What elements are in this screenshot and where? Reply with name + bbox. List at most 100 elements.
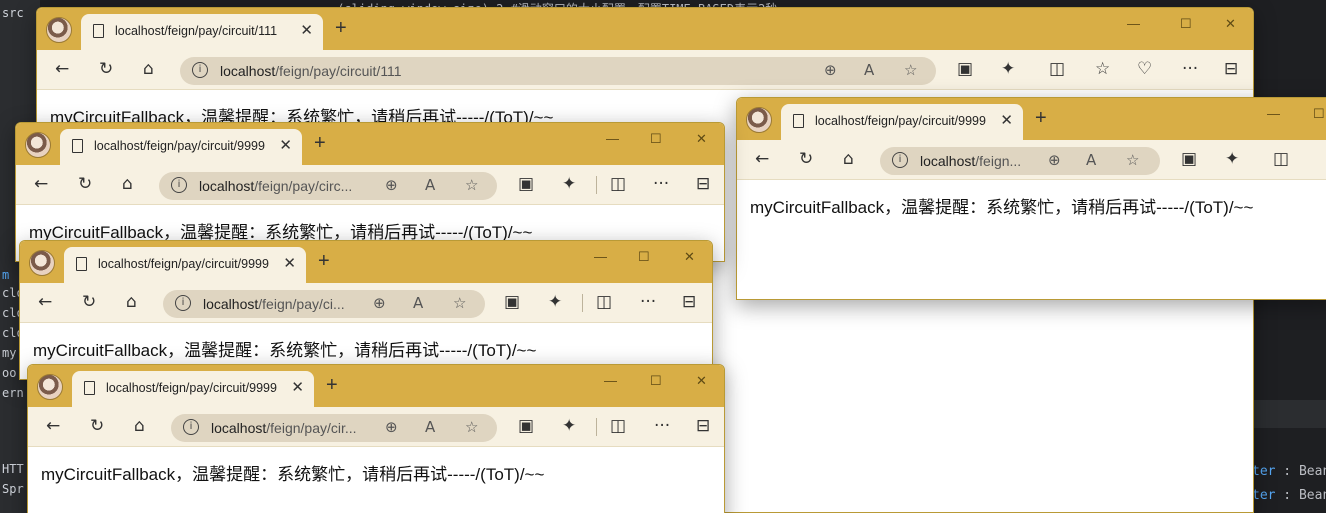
favorite-icon[interactable]: ☆: [465, 418, 478, 436]
zoom-icon[interactable]: ⊕: [385, 176, 398, 194]
refresh-button[interactable]: ↻: [82, 292, 96, 312]
tree-item[interactable]: m: [2, 268, 9, 282]
more-menu-button[interactable]: ···: [640, 292, 656, 312]
title-bar[interactable]: localhost/feign/pay/circuit/9999 ✕ + — ☐: [737, 98, 1326, 140]
maximize-button[interactable]: ☐: [1313, 106, 1325, 122]
home-button[interactable]: ⌂: [843, 149, 854, 169]
favorite-icon[interactable]: ☆: [465, 176, 478, 194]
address-bar[interactable]: i localhost/feign/pay/circ... ⊕ A ☆: [159, 172, 497, 200]
refresh-button[interactable]: ↻: [99, 59, 113, 79]
profile-avatar-icon[interactable]: [37, 374, 63, 400]
address-url[interactable]: localhost/feign/pay/circ...: [199, 178, 352, 194]
sidebar-toggle-icon[interactable]: ⊟: [696, 416, 710, 436]
extension-icon[interactable]: ▣: [518, 416, 534, 436]
address-bar[interactable]: i localhost/feign/pay/circuit/111 ⊕ A ☆: [180, 57, 936, 85]
browser-tab[interactable]: localhost/feign/pay/circuit/9999 ✕: [60, 129, 302, 165]
new-tab-button[interactable]: +: [314, 132, 326, 155]
minimize-button[interactable]: —: [594, 249, 607, 264]
zoom-icon[interactable]: ⊕: [373, 294, 386, 312]
split-screen-icon[interactable]: ◫: [596, 292, 612, 312]
extensions-puzzle-icon[interactable]: ✦: [562, 174, 576, 194]
zoom-icon[interactable]: ⊕: [824, 61, 837, 79]
split-screen-icon[interactable]: ◫: [1049, 59, 1065, 79]
read-aloud-icon[interactable]: A: [1086, 151, 1096, 169]
browser-essentials-icon[interactable]: ♡: [1137, 59, 1152, 79]
title-bar[interactable]: localhost/feign/pay/circuit/111 ✕ + — ☐ …: [37, 8, 1253, 50]
minimize-button[interactable]: —: [604, 373, 617, 388]
close-window-button[interactable]: ✕: [696, 373, 707, 389]
back-button[interactable]: ←: [38, 292, 52, 312]
title-bar[interactable]: localhost/feign/pay/circuit/9999 ✕ + — ☐…: [28, 365, 724, 407]
favorite-icon[interactable]: ☆: [453, 294, 466, 312]
favorite-icon[interactable]: ☆: [1126, 151, 1139, 169]
home-button[interactable]: ⌂: [122, 174, 133, 194]
extension-icon[interactable]: ▣: [1181, 149, 1197, 169]
tab-close-icon[interactable]: ✕: [1000, 111, 1013, 129]
browser-tab[interactable]: localhost/feign/pay/circuit/111 ✕: [81, 14, 323, 50]
favorites-icon[interactable]: ☆: [1095, 59, 1110, 79]
extension-icon[interactable]: ▣: [504, 292, 520, 312]
back-button[interactable]: ←: [755, 149, 769, 169]
site-info-icon[interactable]: i: [192, 62, 208, 78]
split-screen-icon[interactable]: ◫: [610, 416, 626, 436]
close-window-button[interactable]: ✕: [696, 131, 707, 147]
browser-tab[interactable]: localhost/feign/pay/circuit/9999 ✕: [72, 371, 314, 407]
more-menu-button[interactable]: ···: [654, 416, 670, 436]
browser-window-3[interactable]: localhost/feign/pay/circuit/9999 ✕ + — ☐…: [19, 240, 713, 380]
minimize-button[interactable]: —: [606, 131, 619, 146]
address-url[interactable]: localhost/feign/pay/cir...: [211, 420, 357, 436]
minimize-button[interactable]: —: [1267, 106, 1280, 121]
tab-close-icon[interactable]: ✕: [291, 378, 304, 396]
close-window-button[interactable]: ✕: [1225, 16, 1236, 32]
maximize-button[interactable]: ☐: [650, 131, 662, 147]
home-button[interactable]: ⌂: [143, 59, 154, 79]
extension-icon[interactable]: ▣: [957, 59, 973, 79]
refresh-button[interactable]: ↻: [90, 416, 104, 436]
extension-icon[interactable]: ▣: [518, 174, 534, 194]
split-screen-icon[interactable]: ◫: [610, 174, 626, 194]
extensions-puzzle-icon[interactable]: ✦: [1001, 59, 1015, 79]
read-aloud-icon[interactable]: A: [425, 176, 435, 194]
browser-window-4[interactable]: localhost/feign/pay/circuit/9999 ✕ + — ☐…: [27, 364, 725, 513]
back-button[interactable]: ←: [55, 59, 69, 79]
address-bar[interactable]: i localhost/feign... ⊕ A ☆: [880, 147, 1160, 175]
tree-item[interactable]: Spr: [2, 482, 24, 496]
maximize-button[interactable]: ☐: [638, 249, 650, 265]
extensions-puzzle-icon[interactable]: ✦: [1225, 149, 1239, 169]
sidebar-toggle-icon[interactable]: ⊟: [1224, 59, 1238, 79]
site-info-icon[interactable]: i: [892, 152, 908, 168]
back-button[interactable]: ←: [46, 416, 60, 436]
tree-item[interactable]: oo: [2, 366, 16, 380]
title-bar[interactable]: localhost/feign/pay/circuit/9999 ✕ + — ☐…: [16, 123, 724, 165]
refresh-button[interactable]: ↻: [799, 149, 813, 169]
home-button[interactable]: ⌂: [126, 292, 137, 312]
read-aloud-icon[interactable]: A: [425, 418, 435, 436]
address-url[interactable]: localhost/feign/pay/ci...: [203, 296, 345, 312]
browser-window-5[interactable]: localhost/feign/pay/circuit/9999 ✕ + — ☐…: [736, 97, 1326, 300]
tree-item[interactable]: src: [2, 6, 24, 20]
browser-tab[interactable]: localhost/feign/pay/circuit/9999 ✕: [64, 247, 306, 283]
new-tab-button[interactable]: +: [335, 17, 347, 40]
title-bar[interactable]: localhost/feign/pay/circuit/9999 ✕ + — ☐…: [20, 241, 712, 283]
address-url[interactable]: localhost/feign/pay/circuit/111: [220, 63, 402, 79]
minimize-button[interactable]: —: [1127, 16, 1140, 31]
extensions-puzzle-icon[interactable]: ✦: [562, 416, 576, 436]
site-info-icon[interactable]: i: [175, 295, 191, 311]
site-info-icon[interactable]: i: [171, 177, 187, 193]
more-menu-button[interactable]: ···: [653, 174, 669, 194]
new-tab-button[interactable]: +: [318, 250, 330, 273]
profile-avatar-icon[interactable]: [746, 107, 772, 133]
zoom-icon[interactable]: ⊕: [1048, 151, 1061, 169]
maximize-button[interactable]: ☐: [1180, 16, 1192, 32]
new-tab-button[interactable]: +: [1035, 107, 1047, 130]
more-menu-button[interactable]: ···: [1182, 59, 1198, 79]
read-aloud-icon[interactable]: A: [413, 294, 423, 312]
close-window-button[interactable]: ✕: [684, 249, 695, 265]
browser-tab[interactable]: localhost/feign/pay/circuit/9999 ✕: [781, 104, 1023, 140]
tree-item[interactable]: ern: [2, 386, 24, 400]
tab-close-icon[interactable]: ✕: [300, 21, 313, 39]
new-tab-button[interactable]: +: [326, 374, 338, 397]
maximize-button[interactable]: ☐: [650, 373, 662, 389]
profile-avatar-icon[interactable]: [46, 17, 72, 43]
tree-item[interactable]: HTT: [2, 462, 24, 476]
